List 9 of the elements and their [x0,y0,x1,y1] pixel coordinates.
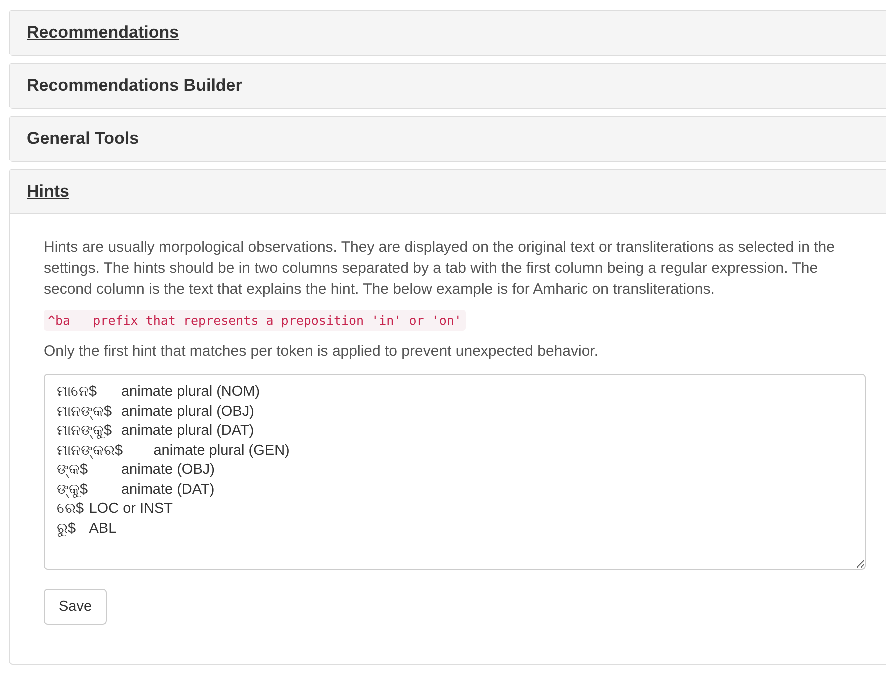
hints-field[interactable]: ମାନେ$ animate plural (NOM) ମାନଙ୍କ$ animate plural (OBJ) ମାନଙ୍କୁ$ animate plural (DAT) ମାନଙ୍କର$ animate plural (GEN) ଙ୍କ$ animate (OBJ) ଙ୍କୁ$ animate (DAT) ରେ$ LOC or INST ରୁ$ ABL [44,374,866,570]
description-text: Hints are usually morpological observations. They are displayed on the original text or transliterations as selected in the settings. The hints should be in two columns separated by a tab with the first column being a regular expression. The second column is the text that explains the hint. The below example is for Amharic on transliterations. [44,238,836,300]
panel-header[interactable]: Recommendations [10,11,886,55]
note-text: Only the first hint that matches per token is applied to prevent unexpected behavior. [44,342,600,362]
panel-header[interactable]: Hints [10,170,886,214]
save-button[interactable]: Save [44,589,108,625]
panel-header[interactable]: General Tools [10,117,886,161]
code-example: ^ba prefix that represents a preposition 'in' or 'on' [44,310,466,331]
panel-header[interactable]: Recommendations Builder [10,64,886,108]
